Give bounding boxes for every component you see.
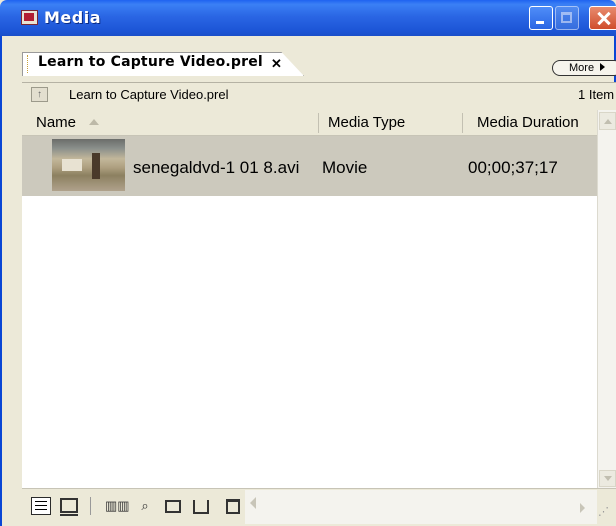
- new-item-icon[interactable]: [193, 500, 209, 514]
- more-button[interactable]: More: [552, 60, 616, 76]
- icon-view-icon[interactable]: [60, 498, 78, 516]
- column-divider[interactable]: [462, 113, 463, 133]
- scroll-down-button[interactable]: [599, 470, 616, 487]
- tab-close-icon[interactable]: ✕: [271, 56, 282, 72]
- toolbar-divider: [90, 497, 91, 515]
- bins-icon[interactable]: ▥▥: [105, 498, 130, 514]
- scroll-up-button[interactable]: [599, 112, 616, 130]
- column-header-name[interactable]: Name: [36, 114, 76, 131]
- row-media-duration: 00;00;37;17: [468, 158, 558, 177]
- list-view-icon[interactable]: [31, 497, 51, 515]
- sort-ascending-icon: [89, 119, 99, 125]
- window-title: Media: [44, 8, 102, 27]
- tab-grip-icon[interactable]: [27, 55, 34, 73]
- find-icon[interactable]: ⌕: [135, 498, 155, 514]
- clip-thumbnail[interactable]: [52, 139, 125, 191]
- app-icon: [21, 10, 38, 25]
- trash-icon[interactable]: [226, 499, 240, 514]
- column-header-media-duration[interactable]: Media Duration: [477, 114, 579, 131]
- scroll-left-button[interactable]: [250, 497, 256, 509]
- up-folder-icon[interactable]: ↑: [31, 87, 48, 102]
- more-arrow-icon: [600, 63, 605, 71]
- tab-project-label: Learn to Capture Video.prel: [38, 54, 263, 70]
- current-path: Learn to Capture Video.prel: [69, 87, 229, 102]
- close-button[interactable]: [589, 6, 616, 30]
- column-divider[interactable]: [318, 113, 319, 133]
- item-count: 1 Item: [578, 87, 615, 102]
- minimize-button[interactable]: [529, 6, 553, 30]
- resize-grip-icon[interactable]: ⋰: [598, 505, 609, 518]
- new-bin-icon[interactable]: [165, 500, 181, 513]
- vertical-scrollbar[interactable]: [597, 110, 616, 488]
- horizontal-scrollbar[interactable]: [245, 490, 597, 524]
- row-name: senegaldvd-1 01 8.avi: [133, 158, 300, 177]
- window-frame-left: [0, 36, 22, 526]
- column-header-media-type[interactable]: Media Type: [328, 114, 405, 131]
- row-media-type: Movie: [322, 158, 368, 177]
- scroll-right-button[interactable]: [580, 503, 585, 513]
- maximize-button[interactable]: [555, 6, 579, 30]
